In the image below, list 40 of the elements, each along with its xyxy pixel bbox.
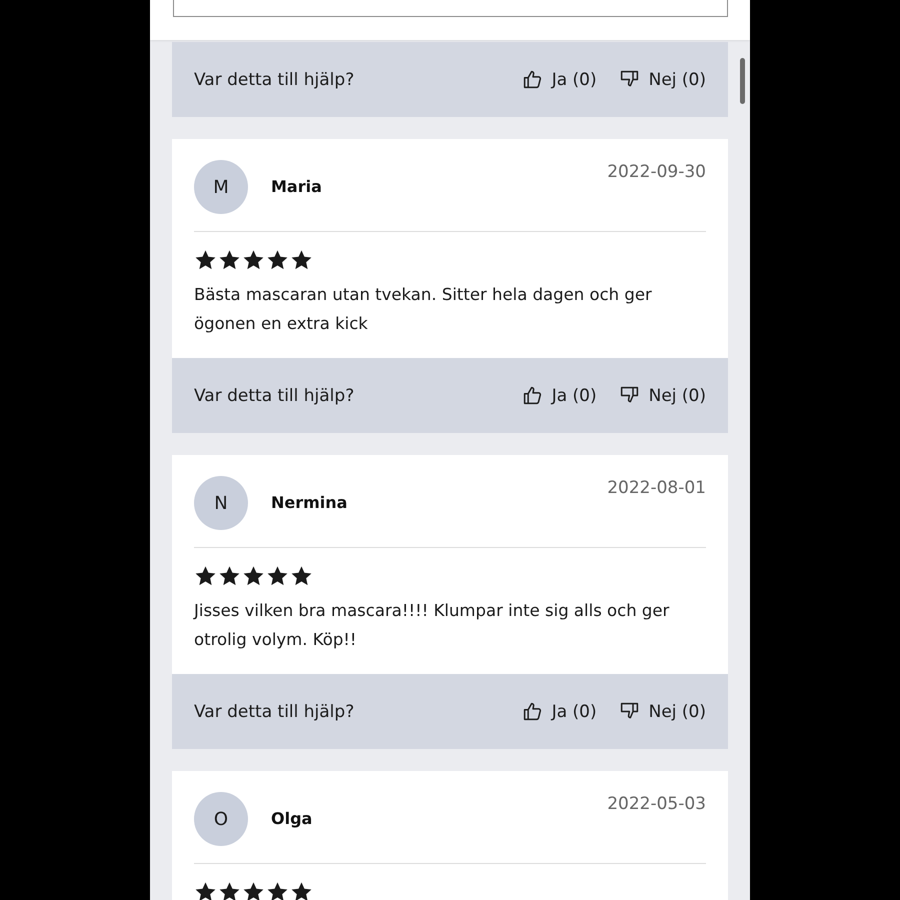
no-button[interactable]: Nej (0) <box>618 385 706 406</box>
review-text: Jisses vilken bra mascara!!!! Klumpar inte sig alls och ger otrolig volym. Köp!! <box>194 600 670 651</box>
star-icon <box>266 249 289 271</box>
star-icon <box>194 565 217 587</box>
star-icon <box>266 565 289 587</box>
yes-button[interactable]: Ja (0) <box>522 385 597 406</box>
star-icon <box>218 249 241 271</box>
star-icon <box>290 249 313 271</box>
author-name: Maria <box>271 177 322 196</box>
scrollbar[interactable] <box>740 58 745 104</box>
avatar: O <box>194 792 248 846</box>
thumbs-up-icon <box>522 69 543 90</box>
author-name: Olga <box>271 809 312 828</box>
thumbs-up-icon <box>522 385 543 406</box>
star-icon <box>218 881 241 900</box>
star-icon <box>218 565 241 587</box>
review-date: 2022-08-01 <box>607 478 706 498</box>
no-button[interactable]: Nej (0) <box>618 701 706 722</box>
author-name: Nermina <box>271 493 348 512</box>
avatar: N <box>194 476 248 530</box>
star-icon <box>194 249 217 271</box>
star-icon <box>242 249 265 271</box>
helpful-question: Var detta till hjälp? <box>194 70 354 90</box>
helpful-question: Var detta till hjälp? <box>194 386 354 406</box>
avatar: M <box>194 160 248 214</box>
star-icon <box>194 881 217 900</box>
review-text: Bästa mascaran utan tvekan. Sitter hela dagen och ger ögonen en extra kick <box>194 284 653 335</box>
star-icon <box>242 881 265 900</box>
yes-button[interactable]: Ja (0) <box>522 701 597 722</box>
thumbs-up-icon <box>522 701 543 722</box>
helpful-question: Var detta till hjälp? <box>194 702 354 722</box>
no-button[interactable]: Nej (0) <box>618 69 706 90</box>
review-date: 2022-09-30 <box>607 162 706 182</box>
star-icon <box>242 565 265 587</box>
star-icon <box>290 565 313 587</box>
review-date: 2022-05-03 <box>607 794 706 814</box>
star-icon <box>266 881 289 900</box>
input-field[interactable] <box>173 0 728 17</box>
star-icon <box>290 881 313 900</box>
yes-button[interactable]: Ja (0) <box>522 69 597 90</box>
